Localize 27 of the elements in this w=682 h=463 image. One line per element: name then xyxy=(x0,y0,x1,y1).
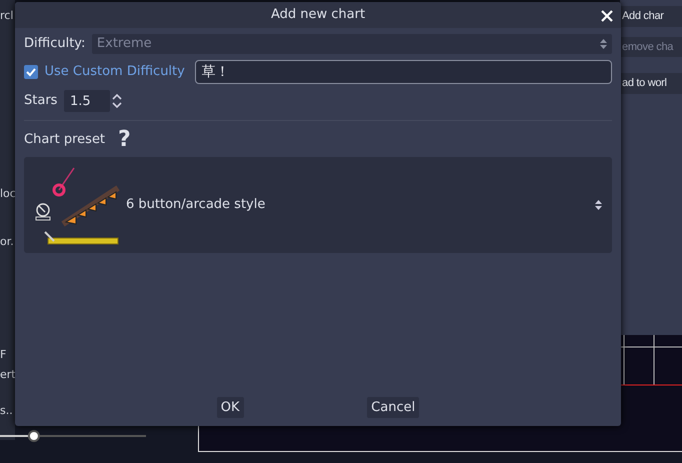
background-button[interactable]: ad to worl xyxy=(620,73,682,94)
background-label: or. xyxy=(0,234,14,250)
cancel-button[interactable]: Cancel xyxy=(367,396,420,418)
background-label: rcl xyxy=(0,8,14,24)
checkbox-label[interactable]: Use Custom Difficulty xyxy=(44,62,185,82)
field-label: Stars xyxy=(24,92,58,110)
field-label: Chart preset xyxy=(24,131,106,150)
dialog-title: Add new chart xyxy=(270,6,366,24)
help-mark[interactable]: ? xyxy=(118,129,131,151)
background-label: s.. xyxy=(0,403,13,419)
close-icon[interactable] xyxy=(599,7,615,23)
slider-track[interactable] xyxy=(0,430,146,442)
spin-arrows-icon[interactable] xyxy=(112,93,122,109)
stars-spinbox[interactable]: 1.5 xyxy=(64,90,110,112)
preset-dropdown[interactable]: 6 button/arcade style xyxy=(24,157,612,253)
background-button[interactable]: Add char xyxy=(620,6,682,26)
background-label: F xyxy=(0,347,6,363)
dropdown-arrow-icon xyxy=(600,39,607,49)
dropdown-arrow-icon xyxy=(595,200,602,210)
background-label: loc xyxy=(0,186,15,202)
custom-difficulty-field[interactable]: 草！ xyxy=(194,60,612,84)
field-label: Difficulty: xyxy=(24,35,86,54)
background-label: ert xyxy=(0,367,15,383)
slider-thumb[interactable] xyxy=(28,430,40,442)
grid-lines xyxy=(620,335,682,386)
ok-button[interactable]: OK xyxy=(216,396,244,418)
checkbox[interactable] xyxy=(24,65,38,79)
